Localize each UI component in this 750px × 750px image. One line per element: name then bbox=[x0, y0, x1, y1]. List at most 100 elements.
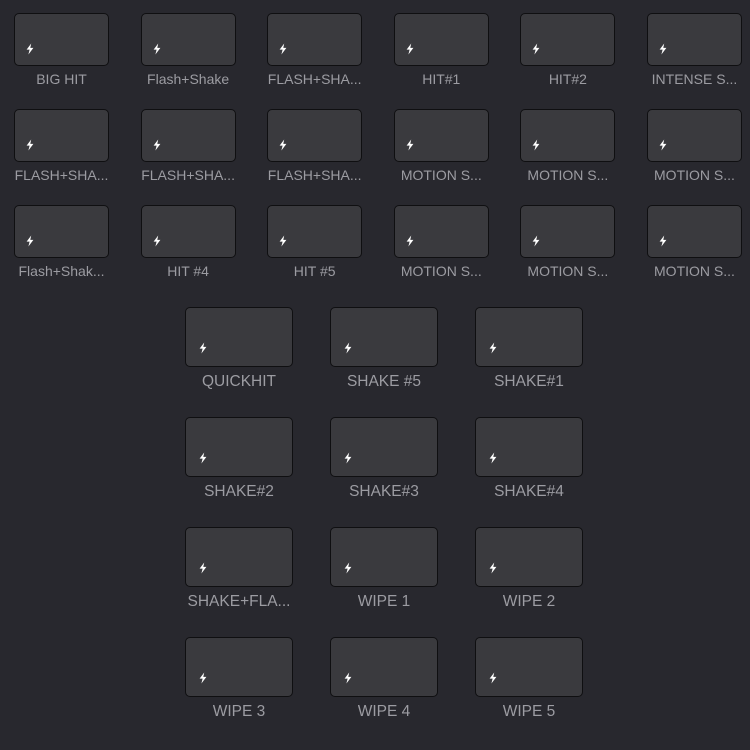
effect-tile[interactable]: WIPE 5 bbox=[475, 637, 583, 747]
lightning-bolt-icon bbox=[404, 138, 416, 151]
lightning-bolt-icon bbox=[277, 42, 289, 55]
lightning-bolt-icon bbox=[487, 451, 499, 464]
effect-tile[interactable]: WIPE 2 bbox=[475, 527, 583, 637]
effect-thumbnail[interactable] bbox=[14, 109, 109, 162]
lightning-bolt-icon bbox=[24, 234, 36, 247]
lightning-bolt-icon bbox=[657, 138, 669, 151]
effect-thumbnail[interactable] bbox=[140, 205, 236, 258]
effect-tile[interactable]: SHAKE#4 bbox=[475, 417, 583, 527]
effect-thumbnail[interactable] bbox=[330, 417, 438, 477]
effect-thumbnail[interactable] bbox=[14, 205, 109, 258]
effect-tile[interactable]: FLASH+SHA... bbox=[267, 109, 363, 205]
effect-thumbnail[interactable] bbox=[330, 307, 438, 367]
effect-tile[interactable]: MOTION S... bbox=[393, 109, 489, 205]
effect-thumbnail[interactable] bbox=[267, 109, 363, 162]
effect-tile[interactable]: SHAKE #5 bbox=[330, 307, 438, 417]
effect-label: MOTION S... bbox=[400, 263, 482, 279]
lightning-bolt-icon bbox=[404, 42, 416, 55]
effect-tile[interactable]: QUICKHIT bbox=[185, 307, 293, 417]
effect-thumbnail[interactable] bbox=[140, 109, 236, 162]
effect-tile[interactable]: FLASH+SHA... bbox=[140, 109, 236, 205]
effect-tile[interactable]: MOTION S... bbox=[520, 109, 616, 205]
lightning-bolt-icon bbox=[342, 561, 354, 574]
effect-thumbnail[interactable] bbox=[330, 637, 438, 697]
effect-label: HIT #4 bbox=[167, 263, 209, 279]
effect-thumbnail[interactable] bbox=[267, 13, 363, 66]
effect-tile[interactable]: HIT #5 bbox=[267, 205, 363, 301]
lightning-bolt-icon bbox=[151, 138, 163, 151]
effect-thumbnail[interactable] bbox=[185, 417, 293, 477]
effect-thumbnail[interactable] bbox=[475, 637, 583, 697]
lightning-bolt-icon bbox=[197, 451, 209, 464]
effect-thumbnail[interactable] bbox=[646, 205, 742, 258]
effect-thumbnail[interactable] bbox=[475, 307, 583, 367]
effect-label: Flash+Shak... bbox=[18, 263, 105, 279]
effects-grid-top: BIG HIT Flash+Shake FLASH+SHA... HIT#1 HIT#2… bbox=[14, 13, 742, 301]
effect-tile[interactable]: MOTION S... bbox=[646, 205, 742, 301]
effect-label: FLASH+SHA... bbox=[267, 71, 362, 87]
effect-thumbnail[interactable] bbox=[185, 637, 293, 697]
lightning-bolt-icon bbox=[487, 561, 499, 574]
effect-thumbnail[interactable] bbox=[185, 527, 293, 587]
effect-thumbnail[interactable] bbox=[14, 13, 109, 66]
effect-tile[interactable]: MOTION S... bbox=[393, 205, 489, 301]
effect-thumbnail[interactable] bbox=[520, 109, 616, 162]
lightning-bolt-icon bbox=[404, 234, 416, 247]
effect-tile[interactable]: Flash+Shak... bbox=[14, 205, 109, 301]
effect-thumbnail[interactable] bbox=[475, 527, 583, 587]
effect-label: MOTION S... bbox=[400, 167, 482, 183]
effect-thumbnail[interactable] bbox=[330, 527, 438, 587]
effect-tile[interactable]: SHAKE#2 bbox=[185, 417, 293, 527]
effect-label: FLASH+SHA... bbox=[267, 167, 362, 183]
effect-label: MOTION S... bbox=[654, 263, 735, 279]
effect-tile[interactable]: FLASH+SHA... bbox=[14, 109, 109, 205]
effect-thumbnail[interactable] bbox=[646, 109, 742, 162]
effect-thumbnail[interactable] bbox=[185, 307, 293, 367]
lightning-bolt-icon bbox=[197, 671, 209, 684]
lightning-bolt-icon bbox=[342, 341, 354, 354]
effect-tile[interactable]: MOTION S... bbox=[646, 109, 742, 205]
effect-tile[interactable]: WIPE 4 bbox=[330, 637, 438, 747]
effect-label: SHAKE #5 bbox=[346, 373, 422, 390]
effect-label: SHAKE#3 bbox=[349, 483, 419, 500]
effect-thumbnail[interactable] bbox=[267, 205, 363, 258]
lightning-bolt-icon bbox=[657, 234, 669, 247]
effect-tile[interactable]: WIPE 1 bbox=[330, 527, 438, 637]
effect-label: HIT #5 bbox=[293, 263, 336, 279]
lightning-bolt-icon bbox=[487, 341, 499, 354]
effect-tile[interactable]: INTENSE S... bbox=[646, 13, 742, 109]
effect-label: SHAKE#4 bbox=[494, 483, 564, 500]
effect-tile[interactable]: HIT#1 bbox=[393, 13, 489, 109]
effect-label: WIPE 5 bbox=[502, 703, 556, 720]
lightning-bolt-icon bbox=[487, 671, 499, 684]
lightning-bolt-icon bbox=[24, 138, 36, 151]
effect-tile[interactable]: Flash+Shake bbox=[140, 13, 236, 109]
lightning-bolt-icon bbox=[342, 451, 354, 464]
effect-tile[interactable]: SHAKE+FLA... bbox=[185, 527, 293, 637]
effect-tile[interactable]: MOTION S... bbox=[520, 205, 616, 301]
effect-tile[interactable]: WIPE 3 bbox=[185, 637, 293, 747]
effect-label: SHAKE#2 bbox=[204, 483, 274, 500]
effect-label: MOTION S... bbox=[527, 167, 609, 183]
effect-tile[interactable]: FLASH+SHA... bbox=[267, 13, 363, 109]
effect-label: SHAKE#1 bbox=[494, 373, 564, 390]
effect-thumbnail[interactable] bbox=[475, 417, 583, 477]
effect-label: MOTION S... bbox=[527, 263, 609, 279]
effect-tile[interactable]: HIT#2 bbox=[520, 13, 616, 109]
lightning-bolt-icon bbox=[342, 671, 354, 684]
effect-thumbnail[interactable] bbox=[393, 13, 489, 66]
effect-label: Flash+Shake bbox=[147, 71, 230, 87]
effect-tile[interactable]: HIT #4 bbox=[140, 205, 236, 301]
lightning-bolt-icon bbox=[277, 138, 289, 151]
effect-thumbnail[interactable] bbox=[520, 13, 616, 66]
effect-thumbnail[interactable] bbox=[393, 205, 489, 258]
effect-tile[interactable]: SHAKE#1 bbox=[475, 307, 583, 417]
effect-thumbnail[interactable] bbox=[646, 13, 742, 66]
effect-thumbnail[interactable] bbox=[140, 13, 236, 66]
effect-tile[interactable]: BIG HIT bbox=[14, 13, 109, 109]
effect-thumbnail[interactable] bbox=[393, 109, 489, 162]
effects-browser: BIG HIT Flash+Shake FLASH+SHA... HIT#1 HIT#2… bbox=[0, 0, 750, 750]
lightning-bolt-icon bbox=[530, 42, 542, 55]
effect-tile[interactable]: SHAKE#3 bbox=[330, 417, 438, 527]
effect-thumbnail[interactable] bbox=[520, 205, 616, 258]
